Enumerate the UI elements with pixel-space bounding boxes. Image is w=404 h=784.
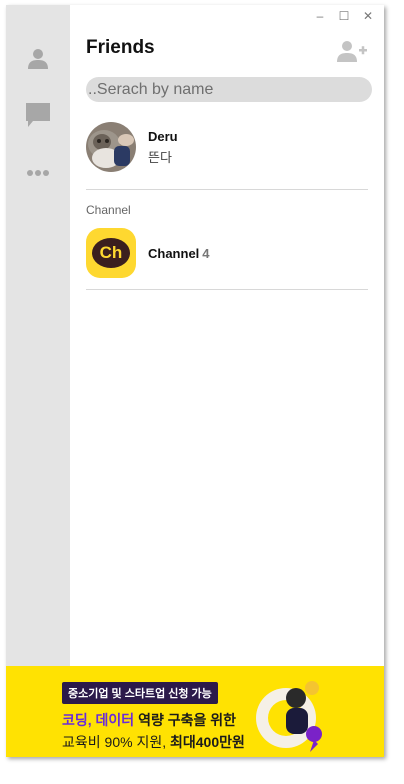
page-title: Friends <box>86 37 155 58</box>
channel-list-item[interactable]: Ch Channel 4 <box>86 228 368 278</box>
sidebar <box>6 5 70 666</box>
search-input[interactable] <box>86 77 372 102</box>
main-panel: Friends ..Serach by name Deru 뜬다 Channel… <box>70 5 384 666</box>
channel-name: Channel <box>148 245 200 261</box>
ad-subline-bold: 최대400만원 <box>169 734 245 750</box>
person-icon[interactable] <box>22 42 54 74</box>
ad-subline-text: 교육비 90% 지원, <box>62 734 170 750</box>
ad-headline: 코딩, 데이터 역량 구축을 위한 <box>62 710 236 730</box>
app-window: – ☐ ✕ Friends ..Serach by name Deru 뜬다 C… <box>6 5 384 757</box>
ad-banner[interactable]: 중소기업 및 스타트업 신청 가능 코딩, 데이터 역량 구축을 위한 교육비 … <box>6 666 384 757</box>
friend-name: Deru <box>148 128 178 144</box>
ad-headline-rest: 역량 구축을 위한 <box>134 712 237 728</box>
chat-bubble-icon[interactable] <box>22 99 54 131</box>
friend-status-message: 뜬다 <box>148 149 172 165</box>
ad-badge: 중소기업 및 스타트업 신청 가능 <box>62 682 218 704</box>
channel-logo-text: Ch <box>92 238 130 268</box>
channel-count: 4 <box>202 245 210 261</box>
channel-section-label: Channel <box>86 203 131 217</box>
add-friend-icon[interactable] <box>336 39 368 63</box>
divider <box>86 189 368 190</box>
ad-illustration <box>256 678 330 752</box>
divider <box>86 289 368 290</box>
more-dots-icon[interactable] <box>22 157 54 189</box>
ad-subline: 교육비 90% 지원, 최대400만원 <box>62 732 245 752</box>
friend-avatar <box>86 122 136 172</box>
ad-headline-highlight: 코딩, 데이터 <box>62 712 135 728</box>
channel-logo: Ch <box>86 228 136 278</box>
friend-list-item[interactable]: Deru 뜬다 <box>86 119 368 175</box>
